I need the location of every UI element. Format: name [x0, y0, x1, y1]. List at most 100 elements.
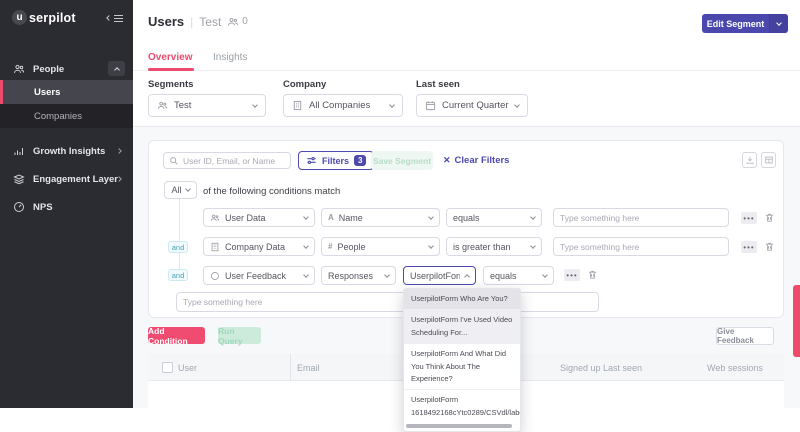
- column-header-web-sessions: Web sessions: [707, 363, 763, 373]
- tab-insights[interactable]: Insights: [213, 52, 247, 63]
- logo-text: serpilot: [29, 11, 76, 25]
- title-separator: |: [190, 15, 193, 29]
- column-header-signed-up: Signed up: [560, 363, 601, 373]
- main-area: Users | Test 0 Edit Segment Overview Ins…: [133, 0, 800, 408]
- column-header-last-seen: Last seen: [603, 363, 642, 373]
- trash-icon[interactable]: [764, 210, 775, 228]
- condition-2-more-button[interactable]: •••: [741, 241, 757, 253]
- search-input[interactable]: [183, 156, 285, 166]
- condition-2-operator-select[interactable]: is greater than: [446, 237, 542, 256]
- condition-1-source-select[interactable]: User Data: [203, 208, 315, 227]
- condition-operator: equals: [490, 271, 538, 281]
- chevron-down-icon: [384, 272, 390, 278]
- add-condition-button[interactable]: Add Condition: [148, 327, 205, 344]
- dropdown-option[interactable]: UserpilotForm Who Are You?: [404, 289, 520, 310]
- building-icon: [210, 242, 220, 252]
- condition-2-source-select[interactable]: Company Data: [203, 237, 315, 256]
- layers-icon: [13, 173, 25, 185]
- edit-segment-caret[interactable]: [769, 14, 788, 33]
- condition-2-value-input[interactable]: [553, 237, 729, 256]
- search-icon: [169, 156, 179, 166]
- page-title: Users: [148, 14, 184, 29]
- condition-2-field-select[interactable]: # People: [321, 237, 440, 256]
- condition-1-operator-select[interactable]: equals: [446, 208, 542, 227]
- and-chip: and: [168, 269, 188, 281]
- sidebar-item-label: Engagement Layer: [33, 174, 118, 185]
- segment-name: Test: [199, 15, 221, 29]
- chevron-down-icon: [252, 102, 258, 108]
- gauge-icon: [13, 201, 25, 213]
- condition-1-more-button[interactable]: •••: [741, 212, 757, 224]
- company-label: Company: [283, 79, 326, 90]
- sidebar-item-companies[interactable]: Companies: [0, 104, 133, 128]
- clear-filters-button[interactable]: ✕ Clear Filters: [443, 155, 509, 166]
- form-options-dropdown: UserpilotForm Who Are You? UserpilotForm…: [403, 288, 521, 432]
- segments-select[interactable]: Test: [148, 94, 266, 117]
- company-value: All Companies: [309, 100, 384, 111]
- clear-filters-label: Clear Filters: [455, 155, 510, 166]
- run-query-button[interactable]: Run Query: [218, 327, 261, 344]
- tab-overview[interactable]: Overview: [148, 52, 192, 63]
- sidebar: u serpilot People Users Companies Growth…: [0, 0, 133, 408]
- edit-segment-button[interactable]: Edit Segment: [702, 14, 788, 33]
- sidebar-item-growth-insights[interactable]: Growth Insights: [0, 138, 133, 164]
- match-type-select[interactable]: All: [164, 181, 197, 199]
- edit-segment-label: Edit Segment: [702, 14, 769, 33]
- condition-operator: is greater than: [453, 242, 526, 252]
- sidebar-item-engagement-layer[interactable]: Engagement Layer: [0, 166, 133, 192]
- condition-field: Responses: [328, 271, 380, 281]
- dropdown-option[interactable]: UserpilotForm 1618492168cYtc0289/CSVdl/l…: [404, 390, 520, 423]
- sidebar-item-users[interactable]: Users: [0, 80, 133, 104]
- chat-bubble-icon: [210, 271, 220, 281]
- match-type-value: All: [171, 185, 181, 195]
- sidebar-item-people[interactable]: People: [0, 56, 133, 82]
- condition-3-value-input[interactable]: [176, 292, 599, 312]
- select-all-checkbox[interactable]: [162, 362, 173, 373]
- save-segment-button[interactable]: Save Segment: [371, 151, 433, 170]
- active-indicator: [0, 80, 3, 104]
- dropdown-option[interactable]: UserpilotForm And What Did You Think Abo…: [404, 344, 520, 390]
- condition-3-form-select[interactable]: UserpilotForm: [403, 266, 476, 285]
- sidebar-item-label: Users: [34, 87, 60, 98]
- condition-3-source-select[interactable]: User Feedback: [203, 266, 315, 285]
- filters-button[interactable]: Filters 3: [298, 151, 374, 170]
- filters-count-badge: 3: [354, 155, 366, 166]
- sidebar-item-nps[interactable]: NPS: [0, 194, 133, 220]
- last-seen-value: Current Quarter: [442, 100, 509, 111]
- dropdown-scrollbar[interactable]: [406, 424, 512, 428]
- chevron-down-icon: [530, 214, 536, 220]
- chevron-up-icon: [464, 274, 470, 280]
- chevron-down-icon: [389, 102, 395, 108]
- bar-chart-icon: [13, 145, 25, 157]
- building-icon: [292, 100, 303, 111]
- feedback-side-tab[interactable]: [793, 285, 800, 357]
- condition-form-value: UserpilotForm: [410, 271, 460, 281]
- condition-3-field-select[interactable]: Responses: [321, 266, 396, 285]
- columns-button[interactable]: [761, 152, 776, 168]
- give-feedback-button[interactable]: Give Feedback: [716, 327, 774, 345]
- condition-3-operator-select[interactable]: equals: [483, 266, 554, 285]
- sidebar-collapse-button[interactable]: [107, 13, 123, 24]
- company-select[interactable]: All Companies: [283, 94, 403, 117]
- letter-a-icon: A: [328, 213, 334, 222]
- chevron-down-icon: [514, 102, 520, 108]
- chevron-left-icon: [106, 15, 112, 21]
- condition-3-more-button[interactable]: •••: [564, 269, 580, 281]
- condition-source: User Data: [225, 213, 299, 223]
- sidebar-item-label: People: [33, 64, 64, 75]
- condition-1-field-select[interactable]: A Name: [321, 208, 440, 227]
- condition-operator: equals: [453, 213, 526, 223]
- download-button[interactable]: [742, 152, 757, 168]
- last-seen-label: Last seen: [416, 79, 460, 90]
- dropdown-option[interactable]: UserpilotForm I've Used Video Scheduling…: [404, 310, 520, 344]
- chevron-down-icon: [542, 272, 548, 278]
- people-collapse-toggle[interactable]: [108, 61, 125, 76]
- chevron-down-icon: [303, 214, 309, 220]
- chevron-down-icon: [303, 243, 309, 249]
- trash-icon[interactable]: [764, 239, 775, 257]
- condition-1-value-input[interactable]: [553, 208, 729, 227]
- last-seen-select[interactable]: Current Quarter: [416, 94, 528, 117]
- segments-label: Segments: [148, 79, 193, 90]
- trash-icon[interactable]: [587, 267, 598, 285]
- chevron-down-icon: [185, 186, 191, 192]
